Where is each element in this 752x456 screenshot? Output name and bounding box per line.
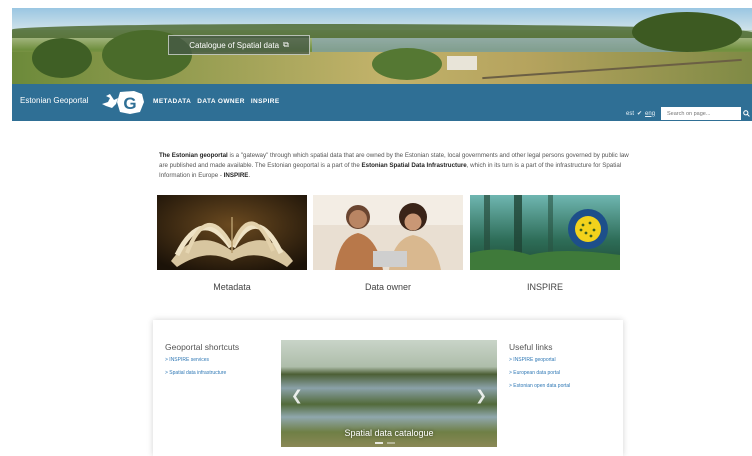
search-icon <box>743 110 750 117</box>
shortcut-link-inspire-services[interactable]: > INSPIRE services <box>165 357 209 363</box>
geoportal-shortcuts-title: Geoportal shortcuts <box>165 342 240 352</box>
intro-bold-inspire[interactable]: INSPIRE <box>224 172 249 179</box>
shortcuts-panel: Geoportal shortcuts > INSPIRE services >… <box>153 320 623 456</box>
useful-links-title: Useful links <box>509 342 553 352</box>
data-owner-card-image[interactable] <box>313 195 463 270</box>
people-at-laptop-image <box>313 195 463 270</box>
search-input[interactable] <box>661 107 741 120</box>
inspire-card-image[interactable] <box>470 195 620 270</box>
metadata-card-image[interactable] <box>157 195 307 270</box>
page: Catalogue of Spatial data ⧉ Estonian Geo… <box>0 0 752 456</box>
chevron-right-icon[interactable]: ❯ <box>475 387 487 404</box>
catalogue-of-spatial-data-button[interactable]: Catalogue of Spatial data ⧉ <box>168 35 310 55</box>
shortcut-link-sdi[interactable]: > Spatial data infrastructure <box>165 370 226 376</box>
nav-metadata[interactable]: METADATA <box>153 98 191 105</box>
useful-link-european-data-portal[interactable]: > European data portal <box>509 370 560 376</box>
intro-bold-esdi[interactable]: Estonian Spatial Data Infrastructure <box>362 162 467 169</box>
intro-bold-geoportal: The Estonian geoportal <box>159 152 228 159</box>
card-label-metadata[interactable]: Metadata <box>157 282 307 292</box>
card-label-data-owner[interactable]: Data owner <box>313 282 463 292</box>
nav-data-owner[interactable]: DATA OWNER <box>197 98 245 105</box>
main-nav: METADATA DATA OWNER INSPIRE <box>153 98 280 105</box>
intro-text-3: . <box>248 172 251 179</box>
svg-text:G: G <box>123 94 136 113</box>
lang-est-link[interactable]: est <box>626 111 634 117</box>
useful-link-inspire-geoportal[interactable]: > INSPIRE geoportal <box>509 357 556 363</box>
nav-inspire[interactable]: INSPIRE <box>251 98 280 105</box>
intro-paragraph: The Estonian geoportal is a "gateway" th… <box>159 151 629 181</box>
checkmark-icon: ✔ <box>637 111 643 117</box>
header-banner-image <box>12 8 752 84</box>
carousel-caption[interactable]: Spatial data catalogue <box>281 428 497 438</box>
top-navigation-bar: Estonian Geoportal G METADATA DATA OWNER… <box>12 84 752 121</box>
card-label-inspire[interactable]: INSPIRE <box>470 282 620 292</box>
forest-image <box>470 195 620 270</box>
spatial-data-carousel[interactable]: ❮ ❯ Spatial data catalogue <box>281 340 497 447</box>
open-book-image <box>157 195 307 270</box>
useful-link-estonian-open-data[interactable]: > Estonian open data portal <box>509 383 570 389</box>
lang-eng-link[interactable]: eng <box>645 111 655 117</box>
language-switcher: est ✔ eng <box>626 110 655 118</box>
chevron-left-icon[interactable]: ❮ <box>291 387 303 404</box>
site-brand-link[interactable]: Estonian Geoportal <box>20 96 89 105</box>
external-link-icon: ⧉ <box>283 40 289 49</box>
search-button[interactable] <box>741 107 752 120</box>
geoportal-logo-icon[interactable]: G <box>100 88 146 116</box>
carousel-indicator[interactable] <box>375 442 383 444</box>
carousel-indicator[interactable] <box>387 442 395 444</box>
catalogue-button-label: Catalogue of Spatial data <box>189 40 280 50</box>
